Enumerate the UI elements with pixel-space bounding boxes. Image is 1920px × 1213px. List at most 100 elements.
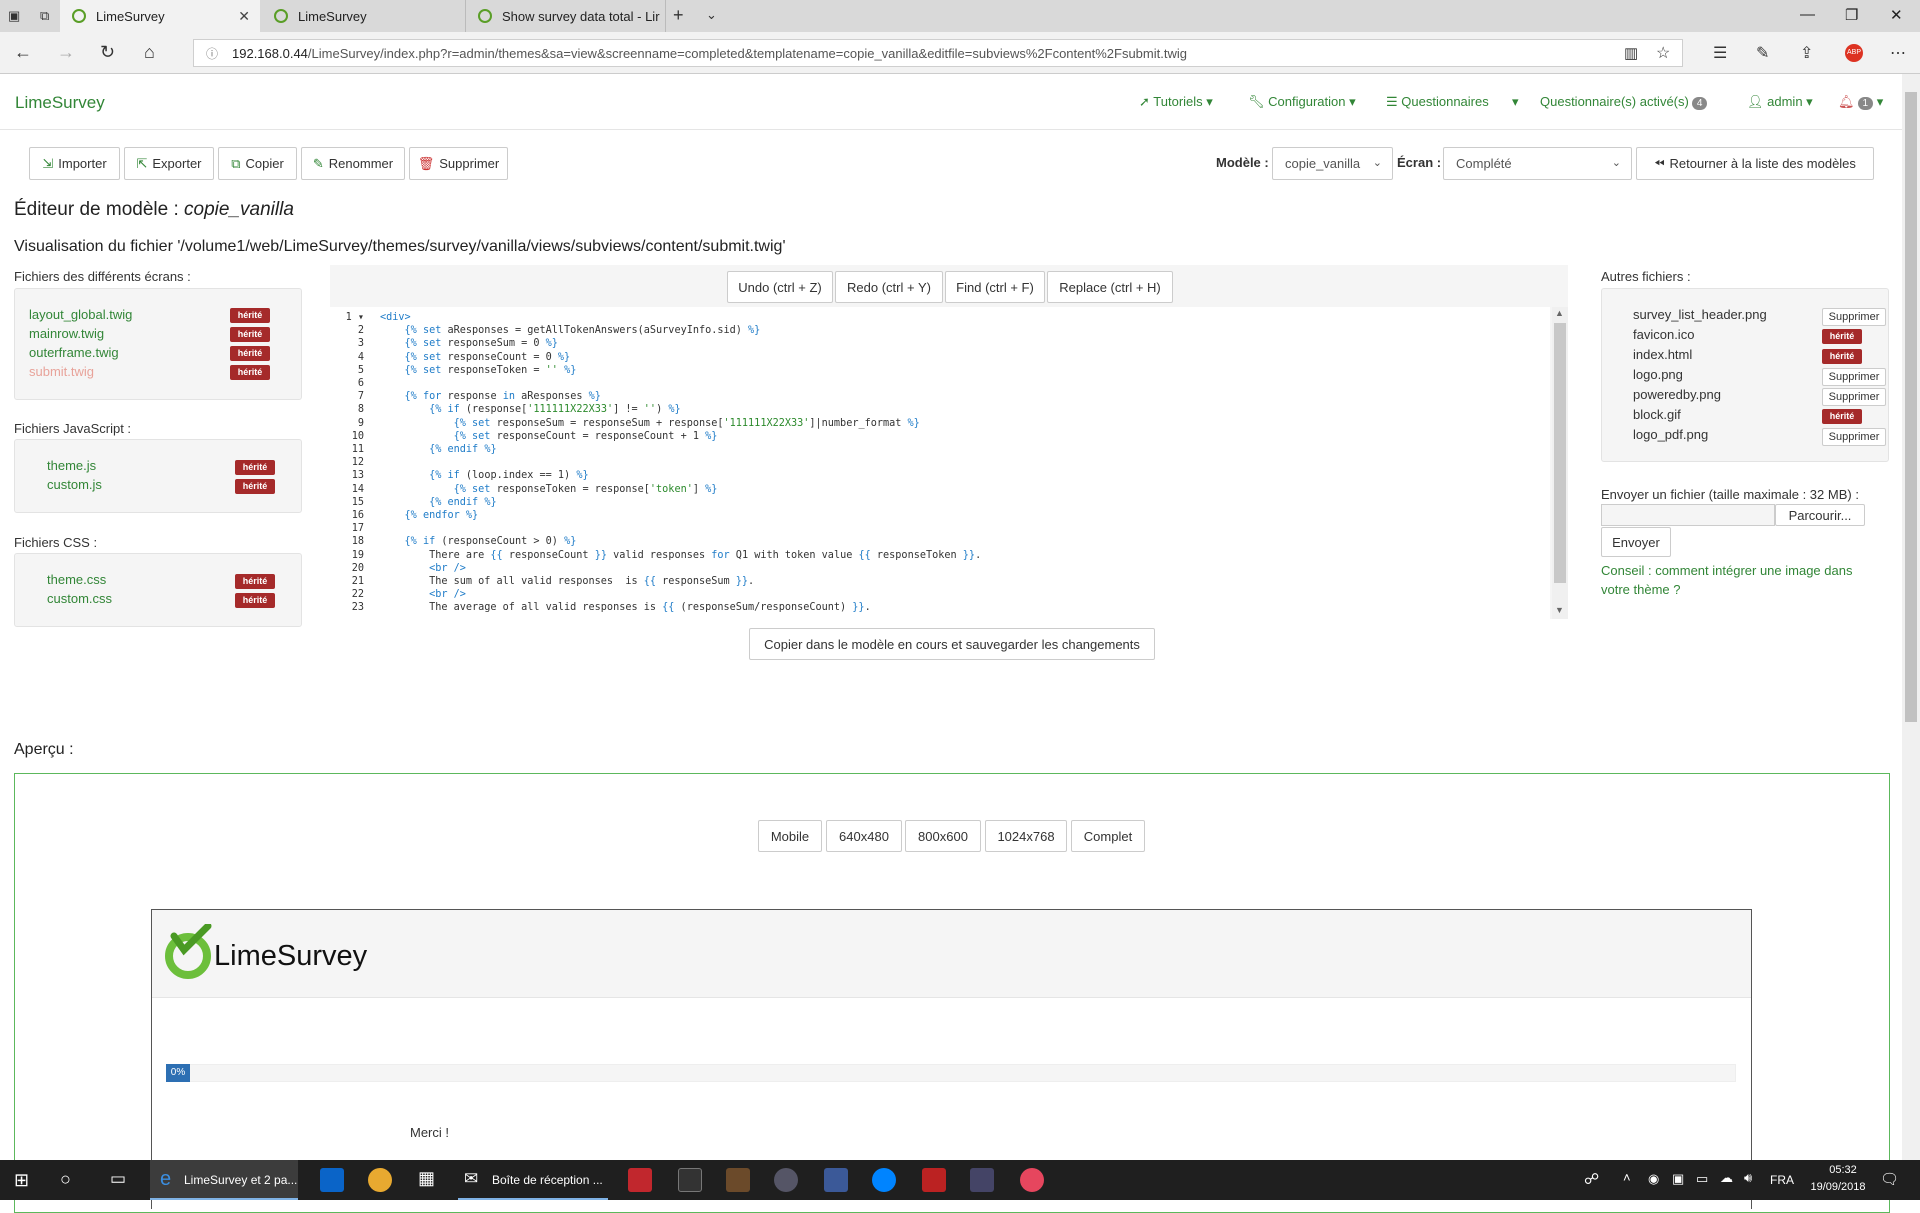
code-line[interactable]: {% endfor %} <box>380 509 479 522</box>
scroll-up-icon[interactable]: ▲ <box>1555 308 1564 318</box>
tray-chevron-icon[interactable]: ˄ <box>1623 1170 1631 1185</box>
delete-file-button[interactable]: Supprimer <box>1822 388 1886 406</box>
save-changes-button[interactable]: Copier dans le modèle en cours et sauveg… <box>749 628 1155 660</box>
favorite-star-icon[interactable]: ☆ <box>1656 43 1670 63</box>
code-line[interactable]: {% if (responseCount > 0) %} <box>380 535 577 548</box>
screen-select[interactable]: Complété ⌄ <box>1443 147 1632 180</box>
model-select[interactable]: copie_vanilla ⌄ <box>1272 147 1393 180</box>
size-full-button[interactable]: Complet <box>1071 820 1145 852</box>
code-editor[interactable]: 1 ▾ <div> 2 {% set aResponses = getAllToke… <box>330 307 1550 619</box>
code-line[interactable]: {% if (response['111111X22X33'] != '') %… <box>380 403 681 416</box>
forward-icon[interactable]: → <box>57 42 75 63</box>
chrome-icon[interactable] <box>368 1168 392 1192</box>
network-icon[interactable]: ▭ <box>1696 1171 1708 1187</box>
tab-limesurvey-2[interactable]: LimeSurvey <box>262 0 466 32</box>
app-icon[interactable] <box>970 1168 994 1192</box>
share-icon[interactable]: ⇪ <box>1800 43 1813 63</box>
code-line[interactable]: <div> <box>380 311 411 324</box>
browse-button[interactable]: Parcourir... <box>1775 504 1865 526</box>
cortana-icon[interactable]: ○ <box>60 1169 71 1190</box>
code-line[interactable]: The average of all valid responses is {{… <box>380 601 871 614</box>
size-mobile-button[interactable]: Mobile <box>758 820 822 852</box>
home-icon[interactable]: ⌂ <box>144 42 155 63</box>
file-link-theme-css[interactable]: theme.css <box>47 572 106 587</box>
epic-games-icon[interactable] <box>678 1168 702 1192</box>
scroll-down-icon[interactable]: ▼ <box>1555 605 1564 615</box>
new-tab-icon[interactable]: + <box>673 5 684 26</box>
find-button[interactable]: Find (ctrl + F) <box>945 271 1045 303</box>
code-line[interactable]: The sum of all valid responses is {{ res… <box>380 575 754 588</box>
code-line[interactable]: {% set responseSum = 0 %} <box>380 337 558 350</box>
nav-configuration[interactable]: 🔧︎ Configuration ▾ <box>1248 94 1356 110</box>
tab-list-chevron-icon[interactable]: ⌄ <box>706 7 717 23</box>
replace-button[interactable]: Replace (ctrl + H) <box>1047 271 1173 303</box>
favorites-hub-icon[interactable]: ☰ <box>1713 43 1727 63</box>
nav-notifications[interactable]: 🔔︎ 1 ▾ <box>1838 94 1883 110</box>
nav-tutorials[interactable]: ➚ Tutoriels ▾ <box>1139 94 1213 110</box>
taskbar-edge-app[interactable]: e LimeSurvey et 2 pa... <box>150 1160 298 1200</box>
delete-file-button[interactable]: Supprimer <box>1822 368 1886 386</box>
tabs-aside-icon[interactable]: ⧉ <box>40 8 49 24</box>
game-icon[interactable] <box>726 1168 750 1192</box>
code-line[interactable]: {% set aResponses = getAllTokenAnswers(a… <box>380 324 761 337</box>
volume-icon[interactable]: 🔊︎ <box>1744 1170 1752 1186</box>
facebook-icon[interactable] <box>824 1168 848 1192</box>
nav-surveys[interactable]: ☰ Questionnaires <box>1386 94 1489 110</box>
file-link-outerframe[interactable]: outerframe.twig <box>29 345 119 360</box>
app-icon[interactable] <box>774 1168 798 1192</box>
rename-button[interactable]: ✎ Renommer <box>301 147 405 180</box>
file-link-custom-js[interactable]: custom.js <box>47 477 102 492</box>
onedrive-icon[interactable]: ☁ <box>1720 1170 1733 1186</box>
code-line[interactable]: <br /> <box>380 588 466 601</box>
image-hint-link[interactable]: Conseil : comment intégrer une image dan… <box>1601 561 1871 599</box>
windows-start-icon[interactable]: ⊞ <box>14 1170 29 1191</box>
copy-button[interactable]: ⧉ Copier <box>218 147 297 180</box>
delete-button[interactable]: 🗑︎ Supprimer <box>409 147 508 180</box>
calendar-icon[interactable]: ▦ <box>418 1168 435 1189</box>
people-icon[interactable]: ☍ <box>1584 1170 1599 1188</box>
info-icon[interactable]: ⓘ <box>206 45 218 62</box>
delete-file-button[interactable]: Supprimer <box>1822 428 1886 446</box>
back-to-list-button[interactable]: ⏪︎ Retourner à la liste des modèles <box>1636 147 1874 180</box>
web-note-icon[interactable]: ✎ <box>1756 43 1769 63</box>
task-view-icon[interactable]: ▭ <box>110 1169 126 1189</box>
tray-app-icon[interactable]: ▣ <box>1672 1171 1684 1187</box>
file-link-custom-css[interactable]: custom.css <box>47 591 112 606</box>
code-line[interactable]: {% endif %} <box>380 443 497 456</box>
restore-icon[interactable]: ❐ <box>1845 6 1858 24</box>
url-field[interactable]: ⓘ 192.168.0.44/LimeSurvey/index.php?r=ad… <box>193 39 1683 67</box>
adblock-icon[interactable]: ABP <box>1845 44 1863 62</box>
notifications-center-icon[interactable]: 🗨︎ <box>1880 1170 1899 1188</box>
outlook-icon[interactable] <box>320 1168 344 1192</box>
back-icon[interactable]: ← <box>14 42 32 63</box>
import-button[interactable]: ⇲ Importer <box>29 147 120 180</box>
file-link-theme-js[interactable]: theme.js <box>47 458 96 473</box>
delete-file-button[interactable]: Supprimer <box>1822 308 1886 326</box>
tab-limesurvey-1[interactable]: LimeSurvey ✕ <box>60 0 260 32</box>
code-line[interactable]: {% set responseCount = responseCount + 1… <box>380 430 718 443</box>
brand-link[interactable]: LimeSurvey <box>15 93 105 113</box>
language-indicator[interactable]: FRA <box>1770 1173 1794 1187</box>
close-tab-icon[interactable]: ✕ <box>238 8 250 25</box>
itunes-icon[interactable] <box>1020 1168 1044 1192</box>
minimize-icon[interactable]: — <box>1800 6 1815 23</box>
tab-actions-icon[interactable]: ▣ <box>8 8 20 24</box>
messenger-icon[interactable] <box>872 1168 896 1192</box>
clock-date[interactable]: 19/09/2018 <box>1800 1181 1876 1193</box>
refresh-icon[interactable]: ↻ <box>100 42 115 63</box>
tab-show-survey[interactable]: Show survey data total - Lir <box>466 0 666 32</box>
undo-button[interactable]: Undo (ctrl + Z) <box>727 271 833 303</box>
code-line[interactable]: {% if (loop.index == 1) %} <box>380 469 589 482</box>
redo-button[interactable]: Redo (ctrl + Y) <box>835 271 943 303</box>
editor-scroll-thumb[interactable] <box>1554 323 1566 583</box>
code-line[interactable]: {% endif %} <box>380 496 497 509</box>
file-link-layout-global[interactable]: layout_global.twig <box>29 307 132 322</box>
code-line[interactable]: There are {{ responseCount }} valid resp… <box>380 549 981 562</box>
size-640-button[interactable]: 640x480 <box>826 820 902 852</box>
upload-file-input[interactable] <box>1601 504 1775 526</box>
file-link-submit[interactable]: submit.twig <box>29 364 94 379</box>
taskbar-mail-app[interactable]: ✉ Boîte de réception ... <box>458 1160 608 1200</box>
clock-time[interactable]: 05:32 <box>1818 1164 1868 1176</box>
code-line[interactable]: {% for response in aResponses %} <box>380 390 601 403</box>
code-line[interactable]: {% set responseSum = responseSum + respo… <box>380 417 920 430</box>
